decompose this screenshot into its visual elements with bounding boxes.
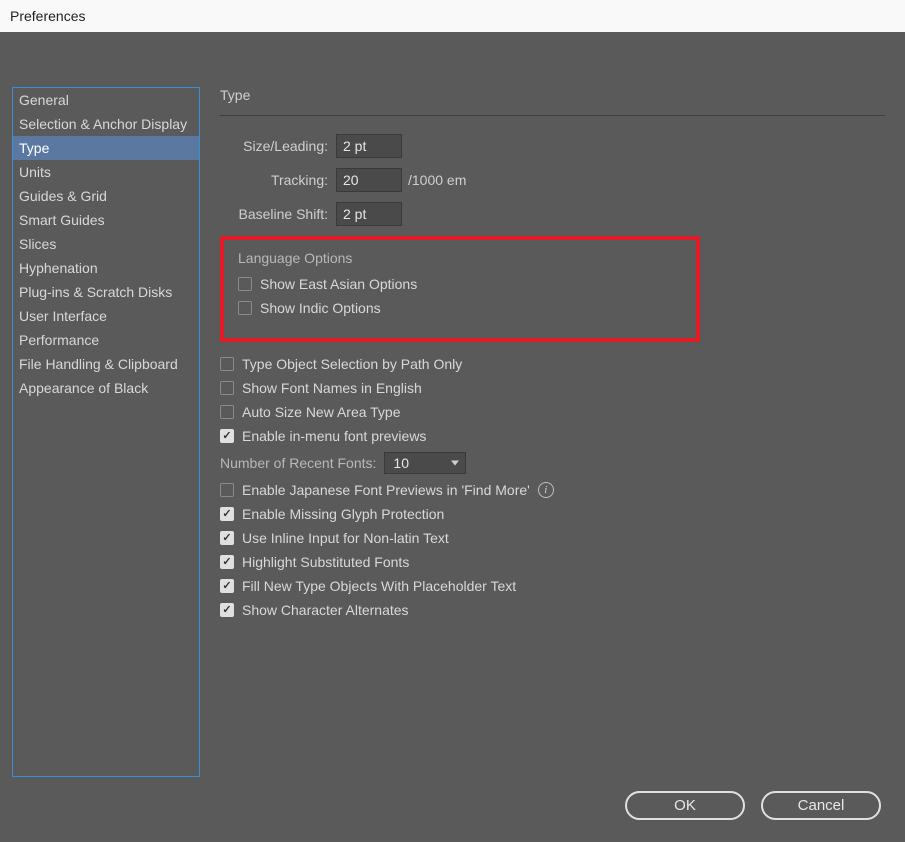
path-only-checkbox[interactable] [220,357,234,371]
auto-size-area-row: Auto Size New Area Type [220,404,885,420]
sidebar-item-plugins-scratch[interactable]: Plug-ins & Scratch Disks [13,280,199,304]
japanese-previews-row: Enable Japanese Font Previews in 'Find M… [220,482,885,498]
preferences-sidebar: General Selection & Anchor Display Type … [12,87,200,777]
size-leading-input[interactable] [336,134,402,158]
sidebar-item-user-interface[interactable]: User Interface [13,304,199,328]
recent-fonts-select[interactable]: 10 [384,452,466,474]
inline-input-checkbox[interactable] [220,531,234,545]
sidebar-item-appearance-black[interactable]: Appearance of Black [13,376,199,400]
missing-glyph-row: Enable Missing Glyph Protection [220,506,885,522]
sidebar-item-slices[interactable]: Slices [13,232,199,256]
sidebar-item-units[interactable]: Units [13,160,199,184]
dialog-buttons: OK Cancel [625,791,881,820]
sidebar-item-selection-anchor[interactable]: Selection & Anchor Display [13,112,199,136]
sidebar-item-guides-grid[interactable]: Guides & Grid [13,184,199,208]
show-east-asian-row: Show East Asian Options [238,276,682,292]
fill-placeholder-checkbox[interactable] [220,579,234,593]
size-leading-row: Size/Leading: [220,134,885,158]
preferences-panel: Type Size/Leading: Tracking: /1000 em Ba… [220,87,885,626]
auto-size-area-checkbox[interactable] [220,405,234,419]
show-indic-checkbox[interactable] [238,301,252,315]
char-alternates-checkbox[interactable] [220,603,234,617]
baseline-shift-label: Baseline Shift: [220,206,328,222]
tracking-unit: /1000 em [408,172,466,188]
panel-title: Type [220,87,885,103]
highlight-sub-label: Highlight Substituted Fonts [242,554,409,570]
path-only-row: Type Object Selection by Path Only [220,356,885,372]
path-only-label: Type Object Selection by Path Only [242,356,462,372]
language-options-group: Language Options Show East Asian Options… [220,236,700,342]
sidebar-item-performance[interactable]: Performance [13,328,199,352]
window-title: Preferences [0,0,905,32]
missing-glyph-label: Enable Missing Glyph Protection [242,506,444,522]
show-indic-row: Show Indic Options [238,300,682,316]
inmenu-previews-row: Enable in-menu font previews [220,428,885,444]
inline-input-row: Use Inline Input for Non-latin Text [220,530,885,546]
font-names-english-label: Show Font Names in English [242,380,422,396]
sidebar-item-file-handling[interactable]: File Handling & Clipboard [13,352,199,376]
sidebar-item-smart-guides[interactable]: Smart Guides [13,208,199,232]
fill-placeholder-label: Fill New Type Objects With Placeholder T… [242,578,516,594]
inline-input-label: Use Inline Input for Non-latin Text [242,530,449,546]
japanese-previews-label: Enable Japanese Font Previews in 'Find M… [242,482,530,498]
preferences-dialog: General Selection & Anchor Display Type … [0,32,905,842]
baseline-shift-input[interactable] [336,202,402,226]
tracking-label: Tracking: [220,172,328,188]
sidebar-item-type[interactable]: Type [13,136,199,160]
tracking-row: Tracking: /1000 em [220,168,885,192]
missing-glyph-checkbox[interactable] [220,507,234,521]
show-east-asian-label: Show East Asian Options [260,276,417,292]
inmenu-previews-label: Enable in-menu font previews [242,428,426,444]
recent-fonts-value: 10 [393,455,409,471]
ok-button[interactable]: OK [625,791,745,820]
size-leading-label: Size/Leading: [220,138,328,154]
sidebar-item-general[interactable]: General [13,88,199,112]
auto-size-area-label: Auto Size New Area Type [242,404,401,420]
panel-divider [220,115,885,116]
language-options-title: Language Options [238,250,682,266]
show-east-asian-checkbox[interactable] [238,277,252,291]
highlight-sub-checkbox[interactable] [220,555,234,569]
recent-fonts-label: Number of Recent Fonts: [220,455,376,471]
recent-fonts-row: Number of Recent Fonts: 10 [220,452,885,474]
inmenu-previews-checkbox[interactable] [220,429,234,443]
sidebar-item-hyphenation[interactable]: Hyphenation [13,256,199,280]
baseline-shift-row: Baseline Shift: [220,202,885,226]
cancel-button[interactable]: Cancel [761,791,881,820]
font-names-english-row: Show Font Names in English [220,380,885,396]
char-alternates-row: Show Character Alternates [220,602,885,618]
tracking-input[interactable] [336,168,402,192]
char-alternates-label: Show Character Alternates [242,602,409,618]
info-icon[interactable]: i [538,482,554,498]
japanese-previews-checkbox[interactable] [220,483,234,497]
fill-placeholder-row: Fill New Type Objects With Placeholder T… [220,578,885,594]
highlight-sub-row: Highlight Substituted Fonts [220,554,885,570]
font-names-english-checkbox[interactable] [220,381,234,395]
show-indic-label: Show Indic Options [260,300,381,316]
